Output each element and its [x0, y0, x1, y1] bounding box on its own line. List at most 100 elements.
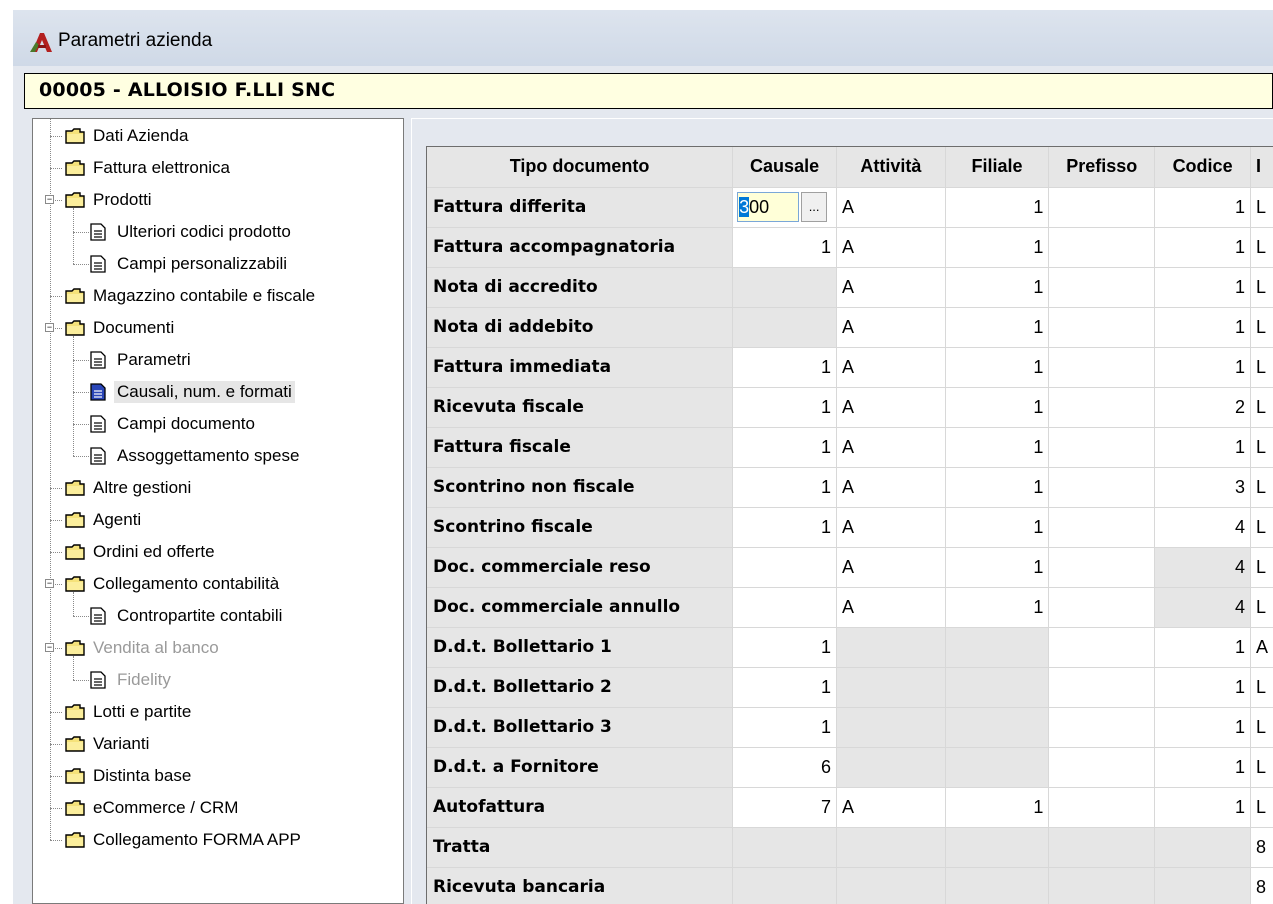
codice-cell[interactable]: 1 — [1154, 627, 1251, 668]
causale-cell[interactable]: 7 — [732, 787, 838, 828]
extra-cell[interactable]: L — [1250, 387, 1273, 428]
extra-cell[interactable]: L — [1250, 347, 1273, 388]
causale-cell[interactable] — [732, 547, 838, 588]
tree-item-magazzino-contabile-e-fiscale[interactable]: Magazzino contabile e fiscale — [65, 282, 318, 310]
codice-cell[interactable]: 2 — [1154, 387, 1251, 428]
tree-item-campi-documento[interactable]: Campi documento — [90, 410, 258, 438]
causale-cell[interactable]: 1 — [732, 347, 838, 388]
tree-item-vendita-al-banco[interactable]: Vendita al banco — [65, 634, 222, 662]
prefisso-cell[interactable] — [1048, 267, 1156, 308]
attivita-cell[interactable]: A — [836, 307, 946, 348]
tree-item-parametri[interactable]: Parametri — [90, 346, 194, 374]
attivita-cell[interactable]: A — [836, 467, 946, 508]
tree-item-documenti[interactable]: Documenti — [65, 314, 177, 342]
column-header-prefisso[interactable]: Prefisso — [1048, 147, 1156, 188]
attivita-cell[interactable]: A — [836, 547, 946, 588]
tree-item-agenti[interactable]: Agenti — [65, 506, 144, 534]
lookup-button[interactable]: ... — [801, 192, 828, 222]
prefisso-cell[interactable] — [1048, 707, 1156, 748]
extra-cell[interactable]: 8 — [1250, 827, 1273, 868]
codice-cell[interactable]: 1 — [1154, 307, 1251, 348]
column-header-i[interactable]: I — [1250, 147, 1273, 188]
tree-item-fidelity[interactable]: Fidelity — [90, 666, 174, 694]
causale-cell[interactable]: 6 — [732, 747, 838, 788]
filiale-cell[interactable]: 1 — [945, 427, 1050, 468]
prefisso-cell[interactable] — [1048, 667, 1156, 708]
prefisso-cell[interactable] — [1048, 507, 1156, 548]
column-header-filiale[interactable]: Filiale — [945, 147, 1050, 188]
codice-cell[interactable]: 4 — [1154, 507, 1251, 548]
column-header-causale[interactable]: Causale — [732, 147, 838, 188]
codice-cell[interactable]: 1 — [1154, 267, 1251, 308]
extra-cell[interactable]: L — [1250, 507, 1273, 548]
column-header-attività[interactable]: Attività — [836, 147, 946, 188]
filiale-cell[interactable]: 1 — [945, 467, 1050, 508]
causale-cell[interactable] — [732, 587, 838, 628]
extra-cell[interactable]: L — [1250, 587, 1273, 628]
prefisso-cell[interactable] — [1048, 547, 1156, 588]
filiale-cell[interactable]: 1 — [945, 787, 1050, 828]
tree-expander-icon[interactable]: − — [45, 323, 54, 332]
tree-item-campi-personalizzabili[interactable]: Campi personalizzabili — [90, 250, 290, 278]
codice-cell[interactable]: 1 — [1154, 227, 1251, 268]
extra-cell[interactable]: L — [1250, 307, 1273, 348]
codice-cell[interactable]: 3 — [1154, 467, 1251, 508]
tree-item-lotti-e-partite[interactable]: Lotti e partite — [65, 698, 194, 726]
prefisso-cell[interactable] — [1048, 187, 1156, 228]
codice-cell[interactable]: 1 — [1154, 787, 1251, 828]
document-grid[interactable]: Tipo documento Causale Attività Filiale Pref… — [427, 147, 1273, 904]
causale-cell[interactable]: 1 — [732, 507, 838, 548]
tree-item-ulteriori-codici-prodotto[interactable]: Ulteriori codici prodotto — [90, 218, 294, 246]
tree-item-altre-gestioni[interactable]: Altre gestioni — [65, 474, 194, 502]
causale-cell[interactable]: 1 — [732, 387, 838, 428]
extra-cell[interactable]: 8 — [1250, 867, 1273, 904]
tree-item-varianti[interactable]: Varianti — [65, 730, 152, 758]
extra-cell[interactable]: L — [1250, 667, 1273, 708]
navigation-tree[interactable]: Dati Azienda Fattura elettronica − Prodotti… — [32, 118, 404, 904]
attivita-cell[interactable]: A — [836, 787, 946, 828]
tree-item-causali-num-e-formati[interactable]: Causali, num. e formati — [90, 378, 295, 406]
tree-expander-icon[interactable]: − — [45, 579, 54, 588]
attivita-cell[interactable]: A — [836, 507, 946, 548]
codice-cell[interactable]: 1 — [1154, 667, 1251, 708]
tree-item-dati-azienda[interactable]: Dati Azienda — [65, 122, 191, 150]
prefisso-cell[interactable] — [1048, 467, 1156, 508]
tree-expander-icon[interactable]: − — [45, 643, 54, 652]
extra-cell[interactable]: L — [1250, 467, 1273, 508]
prefisso-cell[interactable] — [1048, 427, 1156, 468]
filiale-cell[interactable]: 1 — [945, 387, 1050, 428]
prefisso-cell[interactable] — [1048, 307, 1156, 348]
prefisso-cell[interactable] — [1048, 787, 1156, 828]
column-header-codice[interactable]: Codice — [1154, 147, 1251, 188]
filiale-cell[interactable]: 1 — [945, 547, 1050, 588]
tree-item-ecommerce-crm[interactable]: eCommerce / CRM — [65, 794, 241, 822]
causale-cell[interactable]: 1 — [732, 627, 838, 668]
filiale-cell[interactable]: 1 — [945, 267, 1050, 308]
causale-editor[interactable]: 300... — [733, 188, 835, 226]
filiale-cell[interactable]: 1 — [945, 347, 1050, 388]
extra-cell[interactable]: L — [1250, 787, 1273, 828]
prefisso-cell[interactable] — [1048, 227, 1156, 268]
tree-item-fattura-elettronica[interactable]: Fattura elettronica — [65, 154, 233, 182]
tree-item-contropartite-contabili[interactable]: Contropartite contabili — [90, 602, 285, 630]
codice-cell[interactable]: 1 — [1154, 707, 1251, 748]
extra-cell[interactable]: L — [1250, 227, 1273, 268]
codice-cell[interactable]: 1 — [1154, 747, 1251, 788]
causale-cell[interactable]: 1 — [732, 227, 838, 268]
attivita-cell[interactable]: A — [836, 587, 946, 628]
codice-cell[interactable]: 1 — [1154, 187, 1251, 228]
attivita-cell[interactable]: A — [836, 187, 946, 228]
extra-cell[interactable]: L — [1250, 267, 1273, 308]
causale-cell[interactable]: 1 — [732, 667, 838, 708]
extra-cell[interactable]: L — [1250, 747, 1273, 788]
codice-cell[interactable]: 1 — [1154, 347, 1251, 388]
prefisso-cell[interactable] — [1048, 747, 1156, 788]
attivita-cell[interactable]: A — [836, 227, 946, 268]
extra-cell[interactable]: L — [1250, 187, 1273, 228]
tree-item-assoggettamento-spese[interactable]: Assoggettamento spese — [90, 442, 302, 470]
attivita-cell[interactable]: A — [836, 267, 946, 308]
causale-cell[interactable]: 1 — [732, 707, 838, 748]
extra-cell[interactable]: L — [1250, 547, 1273, 588]
prefisso-cell[interactable] — [1048, 627, 1156, 668]
tree-item-collegamento-contabilit[interactable]: Collegamento contabilità — [65, 570, 282, 598]
